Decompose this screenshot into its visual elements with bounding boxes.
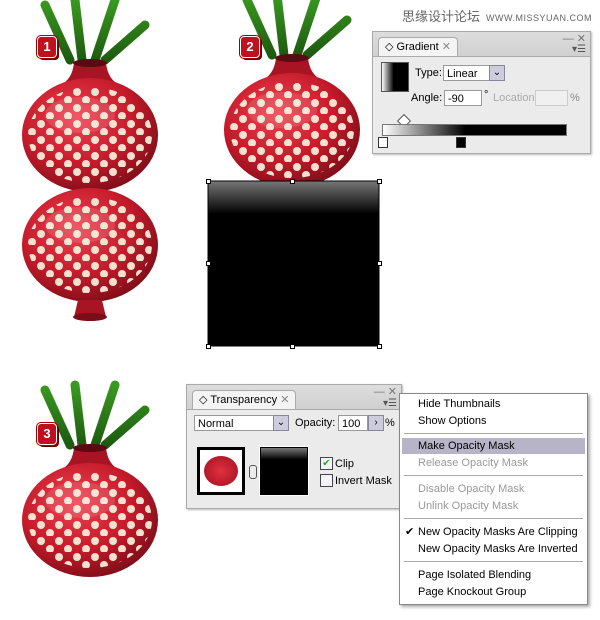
menu-item-show-options[interactable]: Show Options: [418, 415, 486, 427]
pomegranate-2: [224, 0, 360, 187]
location-input[interactable]: [535, 90, 568, 106]
invert-mask-checkbox[interactable]: [320, 474, 333, 487]
checkmark-icon: ✔: [405, 526, 415, 538]
menu-item-page-isolated-blending[interactable]: Page Isolated Blending: [418, 569, 531, 581]
gradient-swatch[interactable]: [381, 62, 409, 92]
opacity-input[interactable]: 100: [338, 415, 368, 431]
clip-label: Clip: [335, 458, 354, 470]
step-badge-2: 2: [239, 35, 261, 59]
chevron-down-icon[interactable]: ⌄: [489, 65, 505, 81]
menu-separator: [404, 518, 583, 519]
gradient-panel: — ✕ ◇ Gradient ✕ ▾☰ Type: Linear ⌄ Angle…: [372, 31, 591, 154]
step-badge-1: 1: [36, 35, 58, 59]
pomegranate-1-reflection: [22, 188, 158, 321]
menu-separator: [404, 433, 583, 434]
menu-item-hide-thumbnails[interactable]: Hide Thumbnails: [418, 398, 500, 410]
mask-thumbnail[interactable]: [259, 446, 309, 496]
chevron-right-icon[interactable]: ›: [368, 415, 384, 431]
selection-handle[interactable]: [206, 344, 211, 349]
chevron-down-icon[interactable]: ⌄: [273, 415, 289, 431]
close-icon[interactable]: ✕: [280, 394, 289, 406]
selection-handle[interactable]: [206, 261, 211, 266]
menu-item-new-masks-inverted[interactable]: New Opacity Masks Are Inverted: [418, 543, 578, 555]
clip-checkbox[interactable]: ✔: [320, 457, 333, 470]
artwork-thumbnail[interactable]: [197, 447, 245, 495]
gradient-slider[interactable]: [382, 124, 567, 136]
selection-handle[interactable]: [377, 344, 382, 349]
close-icon[interactable]: ✕: [442, 41, 451, 53]
menu-item-disable-opacity-mask[interactable]: Disable Opacity Mask: [418, 483, 524, 495]
tab-gradient[interactable]: ◇ Gradient ✕: [378, 37, 458, 56]
tab-label: Gradient: [396, 41, 439, 53]
menu-separator: [404, 561, 583, 562]
panel-menu-icon[interactable]: ▾☰: [572, 44, 586, 55]
percent-label: %: [570, 92, 580, 104]
location-label: Location:: [493, 92, 538, 104]
panel-menu-icon[interactable]: ▾☰: [383, 398, 397, 409]
pomegranate-1: [22, 0, 158, 192]
selection-handle[interactable]: [377, 179, 382, 184]
link-icon[interactable]: [249, 465, 257, 479]
type-label: Type:: [415, 67, 442, 79]
menu-item-page-knockout-group[interactable]: Page Knockout Group: [418, 586, 526, 598]
tab-label: Transparency: [210, 394, 278, 406]
step-badge-3: 3: [36, 422, 58, 446]
gradient-stop-black[interactable]: [456, 137, 466, 148]
opacity-label: Opacity:: [295, 417, 336, 429]
black-gradient-rectangle: [207, 180, 380, 347]
selection-handle[interactable]: [377, 261, 382, 266]
angle-label: Angle:: [411, 92, 443, 104]
menu-item-unlink-opacity-mask[interactable]: Unlink Opacity Mask: [418, 500, 518, 512]
tab-transparency[interactable]: ◇ Transparency ✕: [192, 390, 297, 409]
selection-handle[interactable]: [290, 179, 295, 184]
menu-separator: [404, 475, 583, 476]
percent-label: %: [385, 417, 395, 429]
angle-input[interactable]: -90: [444, 90, 482, 106]
invert-mask-label: Invert Mask: [335, 475, 392, 487]
menu-item-new-masks-clipping[interactable]: New Opacity Masks Are Clipping: [418, 526, 578, 538]
minimize-close-buttons[interactable]: — ✕: [374, 385, 397, 398]
selection-handle[interactable]: [290, 344, 295, 349]
watermark-url: WWW.MISSYUAN.COM: [486, 13, 592, 23]
watermark: 思缘设计论坛 WWW.MISSYUAN.COM: [402, 6, 592, 25]
degree-symbol: °: [484, 89, 489, 101]
transparency-flyout-menu: Hide Thumbnails Show Options Make Opacit…: [399, 393, 588, 605]
pomegranate-3: [22, 385, 158, 577]
selection-handle[interactable]: [206, 179, 211, 184]
menu-item-make-opacity-mask[interactable]: Make Opacity Mask: [418, 440, 515, 452]
gradient-stop-white[interactable]: [378, 137, 388, 148]
transparency-panel: — ✕ ◇ Transparency ✕ Normal ⌄ Opacity: 1…: [186, 384, 402, 509]
menu-item-release-opacity-mask[interactable]: Release Opacity Mask: [418, 457, 528, 469]
watermark-cn: 思缘设计论坛: [401, 9, 480, 24]
pomegranate-thumb: [204, 456, 238, 486]
